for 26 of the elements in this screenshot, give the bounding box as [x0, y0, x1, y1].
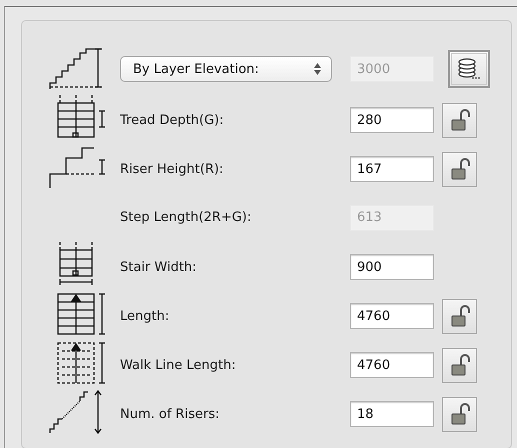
value-field[interactable]: 4760	[350, 352, 434, 378]
value-field[interactable]: 280	[350, 107, 434, 133]
lock-button[interactable]	[442, 152, 477, 186]
open-padlock-icon	[448, 354, 470, 376]
field-label: Step Length(2R+G):	[119, 210, 252, 225]
field-label: Tread Depth(G):	[119, 112, 225, 128]
field-label: Riser Height(R):	[119, 162, 224, 176]
open-padlock-icon	[448, 158, 470, 180]
lock-button[interactable]	[442, 396, 477, 432]
lock-button[interactable]	[442, 348, 477, 382]
open-padlock-icon	[448, 403, 470, 425]
open-padlock-icon	[448, 305, 470, 327]
field-label: Length:	[119, 308, 170, 324]
open-padlock-icon	[448, 109, 470, 131]
value-field[interactable]: 167	[350, 156, 434, 182]
value-field[interactable]: 18	[350, 401, 434, 427]
lock-button[interactable]	[442, 102, 477, 138]
layers-button[interactable]	[448, 50, 490, 88]
layers-icon	[456, 57, 482, 81]
field-label: Walk Line Length:	[119, 358, 237, 372]
field-label: Num. of Risers:	[119, 406, 220, 422]
field-label: Stair Width:	[119, 260, 198, 274]
lock-button[interactable]	[442, 298, 477, 334]
value-field[interactable]: 900	[350, 254, 434, 280]
stepper-arrows-icon	[314, 63, 321, 75]
value-field[interactable]: 4760	[350, 303, 434, 329]
